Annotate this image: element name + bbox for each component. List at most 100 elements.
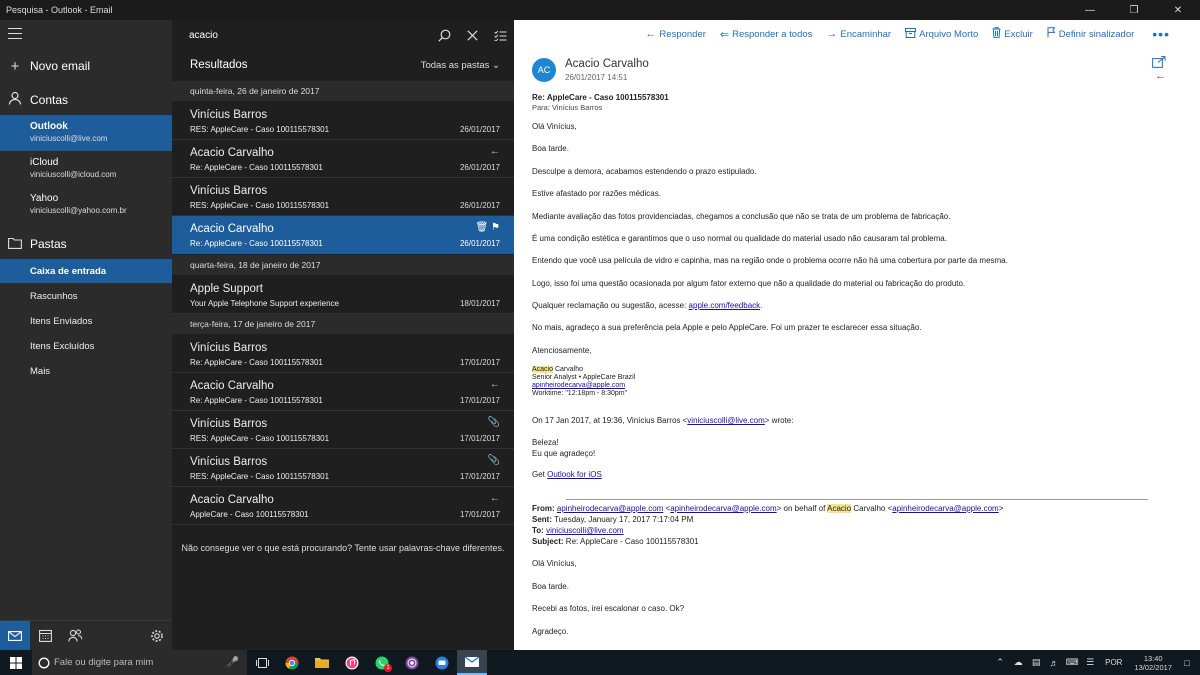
message-item[interactable]: Acacio Carvalho ← Re: AppleCare - Caso 1… <box>172 140 514 178</box>
mail-app-icon[interactable] <box>457 650 487 675</box>
tor-browser-icon[interactable] <box>397 650 427 675</box>
body-paragraph: É uma condição estética e garantimos que… <box>532 234 947 243</box>
message-sender: Acacio Carvalho <box>190 147 274 159</box>
clock-date: 13/02/2017 <box>1134 662 1172 672</box>
signature-hours: Worktime: "12:18pm - 8:30pm" <box>532 390 628 397</box>
selection-mode-icon[interactable] <box>486 20 514 50</box>
windows-start-icon[interactable] <box>0 650 32 675</box>
from-email-link[interactable]: apinheirodecarva@apple.com <box>892 504 998 513</box>
outlook-ios-link[interactable]: Outlook for iOS <box>547 470 602 479</box>
mail-icon[interactable] <box>0 620 30 651</box>
folder-more[interactable]: Mais <box>0 359 172 383</box>
whatsapp-icon[interactable]: 1 <box>367 650 397 675</box>
messaging-icon[interactable] <box>427 650 457 675</box>
account-yahoo[interactable]: Yahoo viniciuscolli@yahoo.com.br <box>0 187 172 223</box>
reply-icon: ← <box>645 28 657 40</box>
keyboard-icon[interactable]: ⌨ <box>1063 657 1081 668</box>
message-item[interactable]: Vinícius Barros RES: AppleCare - Caso 10… <box>172 102 514 140</box>
calendar-icon[interactable] <box>30 621 60 651</box>
language-indicator[interactable]: POR <box>1105 658 1122 667</box>
message-sender: Vinícius Barros <box>190 418 268 430</box>
show-hidden-icons-icon[interactable]: ⌃ <box>991 657 1009 668</box>
sender-name[interactable]: Acacio Carvalho <box>565 58 649 70</box>
message-date: 18/01/2017 <box>459 299 500 308</box>
task-view-icon[interactable] <box>247 650 277 675</box>
to-email-link[interactable]: viniciuscolli@live.com <box>546 526 623 535</box>
volume-icon[interactable]: ♬ <box>1045 658 1063 668</box>
message-item[interactable]: Acacio Carvalho ← AppleCare - Caso 10011… <box>172 487 514 525</box>
account-name: Outlook <box>30 121 68 132</box>
chrome-icon[interactable] <box>277 650 307 675</box>
open-new-window-icon[interactable] <box>1152 56 1166 71</box>
from-email-link[interactable]: apinheirodecarva@apple.com <box>557 504 663 513</box>
more-options-icon[interactable]: ••• <box>1152 26 1170 42</box>
file-explorer-icon[interactable] <box>307 650 337 675</box>
body-paragraph: Atenciosamente, <box>532 346 592 355</box>
results-label: Resultados <box>190 59 248 71</box>
people-icon[interactable] <box>60 621 90 651</box>
message-item[interactable]: Vinícius Barros 📎 RES: AppleCare - Caso … <box>172 449 514 487</box>
account-outlook[interactable]: Outlook viniciuscolli@live.com <box>0 115 172 151</box>
reply-all-button[interactable]: ⇐ Responder a todos <box>720 28 813 41</box>
reply-button[interactable]: ← Responder <box>645 28 705 40</box>
plus-icon: + <box>10 57 20 75</box>
date-group-header: terça-feira, 17 de janeiro de 2017 <box>172 314 514 334</box>
from-email-link[interactable]: apinheirodecarva@apple.com <box>670 504 776 513</box>
message-date: 17/01/2017 <box>459 510 500 519</box>
hamburger-menu-icon[interactable] <box>8 28 22 40</box>
folder-filter-dropdown[interactable]: Todas as pastas ⌄ <box>421 60 500 71</box>
folders-header[interactable]: Pastas <box>0 234 172 254</box>
onedrive-icon[interactable]: ☁ <box>1009 657 1027 668</box>
replied-icon: ← <box>490 379 500 390</box>
signature-email-link[interactable]: apinheirodecarva@apple.com <box>532 382 625 389</box>
message-item-selected[interactable]: Acacio Carvalho 🗑 ⚑ Re: AppleCare - Caso… <box>172 216 514 254</box>
folder-deleted[interactable]: Itens Excluídos <box>0 334 172 358</box>
delete-flag-icon[interactable]: 🗑 ⚑ <box>476 222 500 233</box>
quoted-from-line: From: apinheirodecarva@apple.com <apinhe… <box>532 504 1003 513</box>
message-date: 17/01/2017 <box>459 434 500 443</box>
message-item[interactable]: Vinícius Barros 📎 RES: AppleCare - Caso … <box>172 411 514 449</box>
itunes-icon[interactable] <box>337 650 367 675</box>
folder-inbox[interactable]: Caixa de entrada <box>0 259 172 283</box>
network-icon[interactable]: ▤ <box>1027 657 1045 668</box>
action-center-icon[interactable]: □ <box>1178 658 1196 668</box>
minimize-button[interactable]: — <box>1068 0 1112 20</box>
attachment-icon: 📎 <box>487 417 500 428</box>
message-item[interactable]: Vinícius Barros RES: AppleCare - Caso 10… <box>172 178 514 216</box>
cortana-icon <box>38 657 50 668</box>
delete-button[interactable]: Excluir <box>992 27 1033 41</box>
notification-badge: 1 <box>384 664 392 672</box>
restore-button[interactable]: ❐ <box>1112 0 1156 20</box>
settings-gear-icon[interactable] <box>142 621 172 651</box>
search-icon[interactable] <box>430 20 458 50</box>
search-input[interactable]: acacio <box>172 30 430 41</box>
body-paragraph: Entendo que você usa película de vidro e… <box>532 256 1008 265</box>
message-date: 17/01/2017 <box>459 472 500 481</box>
set-flag-button[interactable]: Definir sinalizador <box>1047 27 1134 41</box>
cortana-search-box[interactable]: Fale ou digite para mim 🎤 <box>32 650 247 675</box>
folder-sent[interactable]: Itens Enviados <box>0 309 172 333</box>
quote-email-link[interactable]: viniciuscolli@live.com <box>687 416 764 425</box>
results-header: Resultados Todas as pastas ⌄ <box>172 54 514 76</box>
archive-button[interactable]: Arquivo Morto <box>905 27 978 41</box>
microphone-icon[interactable]: 🎤 <box>227 657 239 668</box>
clear-search-icon[interactable] <box>458 20 486 50</box>
message-item[interactable]: Apple Support Your Apple Telephone Suppo… <box>172 276 514 314</box>
new-mail-button[interactable]: + Novo email <box>0 56 172 76</box>
close-window-button[interactable]: ✕ <box>1156 0 1200 20</box>
account-icloud[interactable]: iCloud viniciuscolli@icloud.com <box>0 151 172 187</box>
forward-button[interactable]: → Encaminhar <box>826 28 891 40</box>
trash-icon <box>992 27 1001 41</box>
taskbar-clock[interactable]: 13:40 13/02/2017 <box>1134 654 1172 672</box>
wifi-icon[interactable]: ☰ <box>1081 657 1099 668</box>
highlighted-match: Acacio <box>827 504 852 513</box>
message-item[interactable]: Vinícius Barros Re: AppleCare - Caso 100… <box>172 335 514 373</box>
message-item[interactable]: Acacio Carvalho ← Re: AppleCare - Caso 1… <box>172 373 514 411</box>
new-mail-label: Novo email <box>30 59 91 73</box>
folder-drafts[interactable]: Rascunhos <box>0 284 172 308</box>
message-date: 26/01/2017 <box>459 125 500 134</box>
feedback-link[interactable]: apple.com/feedback <box>689 301 761 310</box>
accounts-header[interactable]: Contas <box>0 90 172 110</box>
person-icon <box>0 91 30 109</box>
body-paragraph: Qualquer reclamação ou sugestão, acesse:… <box>532 301 762 310</box>
